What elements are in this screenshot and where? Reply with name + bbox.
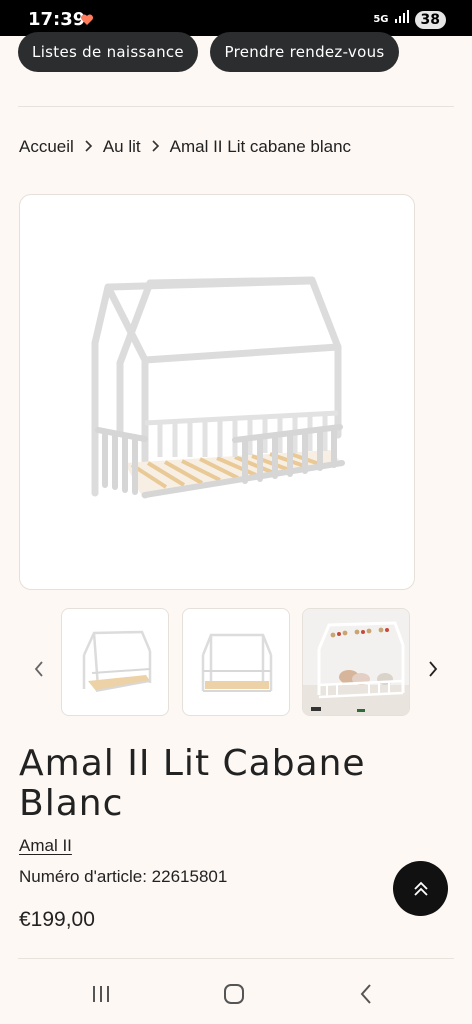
chevron-left-icon [34, 661, 43, 677]
signal-icon [394, 10, 410, 29]
bed-thumbnail-angled [82, 630, 152, 692]
divider [18, 106, 454, 107]
bed-thumbnail-room [303, 609, 409, 715]
breadcrumb-home[interactable]: Accueil [19, 137, 74, 157]
breadcrumb-current: Amal II Lit cabane blanc [169, 137, 352, 156]
double-chevron-up-icon [413, 881, 428, 896]
thumbnail-2[interactable] [182, 608, 290, 716]
back-button[interactable] [346, 980, 386, 1008]
thumbnail-3[interactable] [302, 608, 410, 716]
chevron-right-icon [151, 139, 160, 155]
status-time: 17:39 [28, 9, 86, 30]
scroll-to-top-button[interactable] [393, 861, 448, 916]
appointment-button[interactable]: Prendre rendez-vous [210, 32, 399, 72]
home-icon [224, 984, 244, 1004]
birth-lists-button[interactable]: Listes de naissance [18, 32, 198, 72]
status-bar: 17:39 5G 38 [0, 0, 472, 36]
article-number: Numéro d'article: 22615801 [19, 867, 228, 886]
breadcrumb-category[interactable]: Au lit [103, 137, 141, 157]
product-title: Amal II Lit Cabane Blanc [19, 743, 366, 824]
bed-thumbnail-front [201, 633, 273, 692]
brand-link[interactable]: Amal II [19, 836, 72, 856]
back-icon [360, 984, 371, 1004]
house-bed-illustration [91, 276, 345, 499]
heart-icon [80, 13, 94, 31]
battery-indicator: 38 [414, 10, 446, 29]
thumbnail-next-button[interactable] [421, 652, 445, 686]
system-nav-bar [0, 962, 472, 1024]
divider [18, 958, 454, 959]
breadcrumb: Accueil Au lit Amal II Lit cabane blanc [19, 137, 351, 157]
chevron-right-icon [84, 139, 93, 155]
recents-icon [93, 986, 109, 1002]
thumbnail-1[interactable] [61, 608, 169, 716]
chevron-right-icon [429, 661, 438, 677]
network-label: 5G [373, 14, 389, 25]
product-price: €199,00 [19, 908, 95, 931]
status-indicators: 5G 38 [373, 10, 446, 29]
recents-button[interactable] [81, 980, 121, 1008]
product-main-image[interactable] [19, 194, 415, 590]
thumbnail-prev-button[interactable] [27, 652, 51, 686]
home-button[interactable] [214, 980, 254, 1008]
